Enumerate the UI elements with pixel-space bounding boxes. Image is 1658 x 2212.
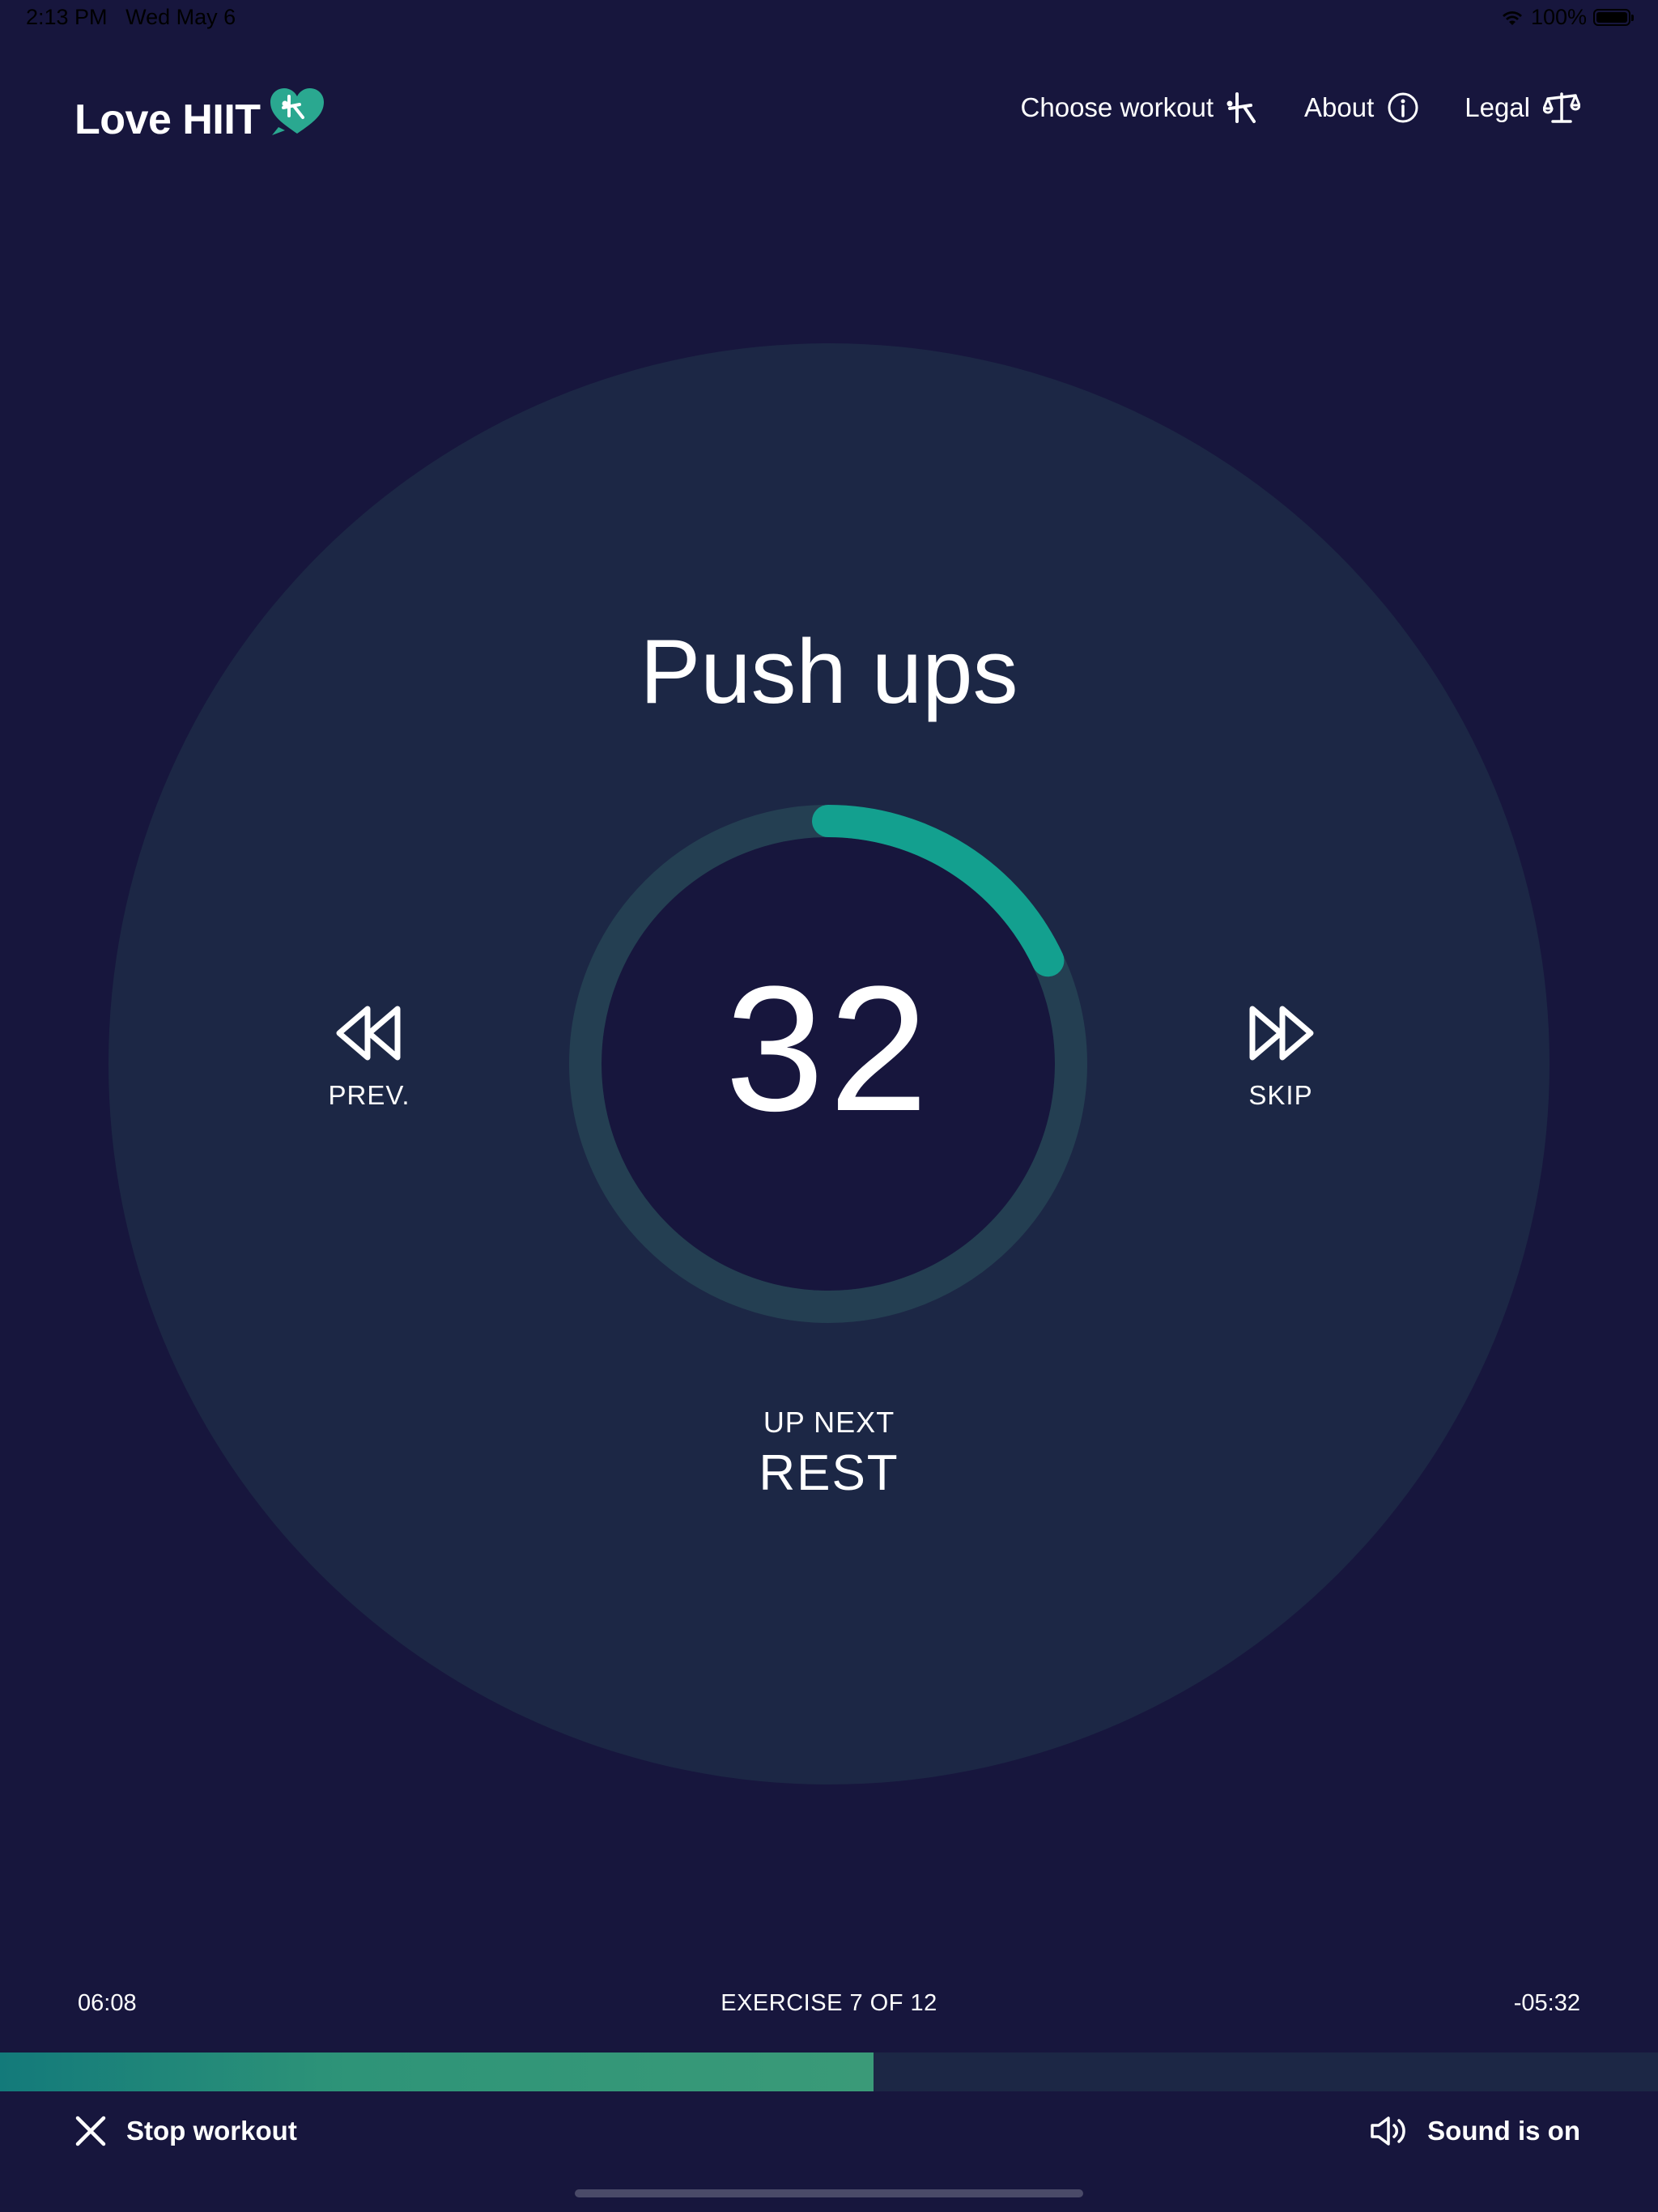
logo-text: Love HIIT (74, 96, 261, 143)
time-remaining: -05:32 (1513, 1990, 1580, 2016)
stop-workout-button[interactable]: Stop workout (74, 2115, 297, 2147)
skip-label: SKIP (1248, 1080, 1313, 1110)
nav-about[interactable]: About (1304, 91, 1419, 124)
stop-workout-label: Stop workout (126, 2116, 297, 2146)
workout-progress-bar (0, 2052, 1658, 2091)
up-next-value: REST (759, 1445, 899, 1501)
battery-icon (1593, 9, 1634, 26)
nav-choose-workout[interactable]: Choose workout (1021, 91, 1259, 125)
status-date: Wed May 6 (125, 5, 236, 29)
battery-percent: 100% (1530, 5, 1587, 29)
heart-logo-icon (270, 88, 324, 135)
top-nav: Choose workout About Legal (976, 91, 1580, 125)
app-root: 2:13 PM Wed May 6 100% Love HIIT Choose … (0, 0, 1658, 2212)
fast-forward-icon (1249, 1006, 1314, 1061)
countdown-number: 32 (725, 949, 933, 1148)
status-time: 2:13 PM Wed May 6 (26, 5, 236, 30)
status-bar: 2:13 PM Wed May 6 100% (0, 0, 1658, 36)
prev-button[interactable]: PREV. (288, 1004, 450, 1111)
scales-icon (1543, 92, 1580, 123)
nav-legal[interactable]: Legal (1465, 91, 1580, 125)
sound-label: Sound is on (1427, 2116, 1580, 2146)
nav-choose-workout-label: Choose workout (1020, 92, 1214, 122)
wifi-icon (1502, 11, 1522, 25)
home-indicator[interactable] (575, 2189, 1083, 2197)
up-next-label: UP NEXT (763, 1406, 895, 1439)
info-icon (1388, 92, 1418, 123)
exercise-figure-icon (1226, 92, 1256, 123)
sound-toggle-button[interactable]: Sound is on (1369, 2115, 1580, 2147)
status-right: 100% (1500, 5, 1634, 30)
app-logo[interactable]: Love HIIT (74, 88, 327, 144)
exercise-title: Push ups (640, 621, 1018, 722)
close-icon (75, 2116, 106, 2146)
workout-progress-fill (0, 2052, 874, 2091)
nav-about-label: About (1304, 92, 1375, 122)
skip-button[interactable]: SKIP (1200, 1004, 1362, 1111)
prev-label: PREV. (328, 1080, 410, 1110)
speaker-icon (1371, 2116, 1405, 2146)
rewind-icon (336, 1006, 401, 1061)
nav-legal-label: Legal (1465, 92, 1530, 122)
exercise-counter: EXERCISE 7 OF 12 (721, 1990, 937, 2016)
status-clock: 2:13 PM (26, 5, 108, 29)
